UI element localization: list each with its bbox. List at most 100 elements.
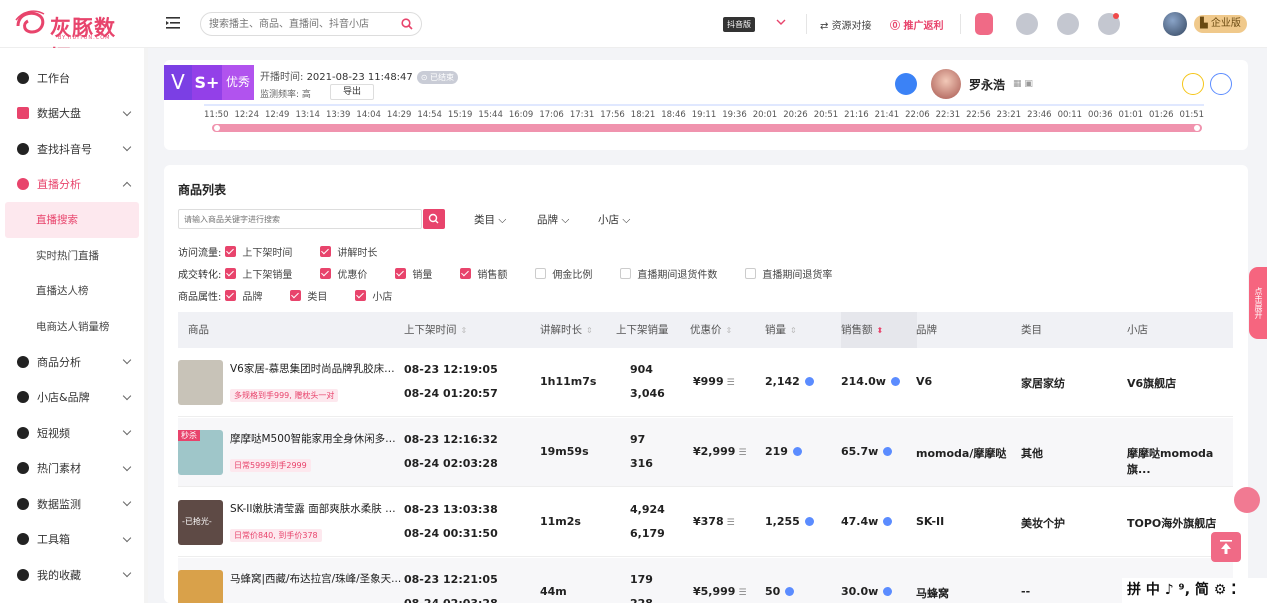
column-header-price[interactable]: 优惠价 ⇕ (690, 312, 732, 348)
product-name[interactable]: 马蜂窝|西藏/布达拉宫/珠峰/圣象天... (230, 571, 402, 586)
sort-icon[interactable]: ⇕ (790, 326, 797, 335)
brand-value[interactable]: momoda/摩摩哒 (916, 445, 1006, 461)
sidebar-sub-live-search[interactable]: 直播搜索 (5, 202, 139, 238)
sidebar-item-toolbox[interactable]: 工具箱 (0, 522, 147, 558)
price-list-icon[interactable]: ☰ (727, 378, 735, 388)
checkbox-shelf-sales[interactable]: 上下架销量 (225, 266, 292, 281)
sidebar-item-shop-brand[interactable]: 小店&品牌 (0, 380, 147, 416)
column-header-sales[interactable]: 销量 ⇕ (765, 312, 797, 348)
sidebar-item-find-account[interactable]: 查找抖音号 (0, 131, 147, 167)
timeline-tick-label: 01:26 (1149, 110, 1174, 120)
export-button[interactable]: 导出 (330, 84, 374, 100)
sidebar-item-live-analysis[interactable]: 直播分析 (0, 167, 147, 203)
sort-desc-icon[interactable]: ⬍ (877, 326, 884, 335)
expand-panel-tab[interactable]: 点击展开 (1249, 267, 1267, 339)
product-name[interactable]: V6家居-慕思集团时尚品牌乳胶床垫... (230, 361, 402, 376)
product-thumbnail[interactable]: -已抢光- (178, 500, 223, 545)
promo-link[interactable]: ⓪ 推广返利 (890, 17, 943, 32)
camera-icon[interactable] (895, 73, 917, 95)
plugin-icon[interactable] (1016, 13, 1038, 35)
sidebar-item-short-video[interactable]: 短视频 (0, 415, 147, 451)
timeline-range-slider[interactable] (212, 124, 1202, 132)
checkbox-sales[interactable]: 销量 (395, 266, 432, 281)
chevron-down-icon[interactable] (775, 16, 787, 28)
product-search-input[interactable] (184, 213, 414, 226)
range-handle-end[interactable] (1194, 125, 1200, 131)
anchor-name[interactable]: 罗永浩 (969, 76, 1005, 93)
sidebar-item-hot-material[interactable]: 热门素材 (0, 451, 147, 487)
brand-value[interactable]: V6 (916, 375, 932, 388)
price-list-icon[interactable]: ☰ (738, 588, 746, 598)
sort-icon[interactable]: ⇕ (586, 326, 593, 335)
filter-brand[interactable]: 品牌 ⌵ (537, 212, 569, 227)
shop-value[interactable]: 摩摩哒momoda旗... (1127, 445, 1233, 477)
table-row[interactable]: 秒杀 摩摩哒M500智能家用全身休闲多功... 日常5999到手2999 08-… (178, 418, 1233, 487)
product-thumbnail[interactable] (178, 360, 223, 405)
sidebar-item-workbench[interactable]: 工作台 (0, 60, 147, 96)
filter-shop[interactable]: 小店 ⌵ (598, 212, 630, 227)
global-search[interactable] (200, 12, 422, 36)
support-icon[interactable] (1057, 13, 1079, 35)
shop-value[interactable]: TOPO海外旗舰店 (1127, 515, 1216, 531)
mobile-icon[interactable] (975, 13, 993, 35)
logo[interactable]: 灰豚数据 BY.HUITUN.COM (14, 8, 136, 70)
sidebar-scrollbar[interactable] (144, 48, 148, 603)
sort-icon[interactable]: ⇕ (726, 326, 733, 335)
chat-icon[interactable] (1182, 73, 1204, 95)
product-name[interactable]: 摩摩哒M500智能家用全身休闲多功... (230, 431, 402, 446)
anchor-avatar[interactable] (931, 69, 961, 99)
sidebar-sub-sales-rank[interactable]: 电商达人销量榜 (0, 309, 147, 345)
product-search-button[interactable] (423, 209, 445, 229)
product-name[interactable]: SK-II嫩肤清莹露 面部爽肤水柔肤 舒... (230, 501, 402, 516)
user-avatar[interactable] (1163, 12, 1187, 36)
customer-service-icon[interactable] (1234, 487, 1260, 513)
brand-value[interactable]: 马蜂窝 (916, 585, 949, 601)
sidebar-item-monitor[interactable]: 数据监测 (0, 486, 147, 522)
column-header-gmv[interactable]: 销售额 ⬍ (841, 312, 917, 348)
sidebar-item-goods[interactable]: 商品分析 (0, 344, 147, 380)
filter-category[interactable]: 类目 ⌵ (474, 212, 506, 227)
sidebar-sub-hot-live[interactable]: 实时热门直播 (0, 238, 147, 274)
platform-badge[interactable]: 抖音版 (723, 17, 755, 32)
history-icon[interactable] (1210, 73, 1232, 95)
checkbox-commission[interactable]: 佣金比例 (535, 266, 592, 281)
checkbox-explain-duration[interactable]: 讲解时长 (320, 244, 377, 259)
table-row[interactable]: -已抢光- SK-II嫩肤清莹露 面部爽肤水柔肤 舒... 日常价840, 到手… (178, 488, 1233, 557)
table-row[interactable]: V6家居-慕思集团时尚品牌乳胶床垫... 多规格到手999, 赠枕头一对 08-… (178, 348, 1233, 417)
checkbox-shelf-time[interactable]: 上下架时间 (225, 244, 292, 259)
qrcode-icon[interactable]: ▦ ▣ (1013, 79, 1033, 89)
checkbox-brand[interactable]: 品牌 (225, 288, 262, 303)
checkbox-label: 品牌 (242, 292, 263, 303)
toolbox-icon (17, 533, 29, 546)
resource-link[interactable]: ⇄ 资源对接 (820, 17, 872, 32)
shelf-up-time: 08-23 13:03:38 (404, 503, 498, 516)
range-handle-start[interactable] (214, 125, 220, 131)
explain-duration: 44m (540, 585, 567, 598)
product-thumbnail[interactable] (178, 570, 223, 603)
brand-value[interactable]: SK-II (916, 515, 944, 528)
shop-value[interactable]: V6旗舰店 (1127, 375, 1176, 391)
menu-fold-icon[interactable] (165, 15, 181, 31)
search-icon[interactable] (401, 18, 413, 30)
price-list-icon[interactable]: ☰ (738, 448, 746, 458)
column-header-duration[interactable]: 讲解时长 ⇕ (540, 312, 593, 348)
checkbox-gmv[interactable]: 销售额 (460, 266, 507, 281)
column-header-shelf-time[interactable]: 上下架时间 ⇕ (404, 312, 467, 348)
checkbox-return-rate[interactable]: 直播期间退货率 (745, 266, 832, 281)
enterprise-badge[interactable]: ▙ 企业版 (1194, 15, 1247, 33)
checkbox-return-count[interactable]: 直播期间退货件数 (620, 266, 717, 281)
product-search[interactable] (178, 209, 445, 229)
product-thumbnail[interactable]: 秒杀 (178, 430, 223, 475)
price-list-icon[interactable]: ☰ (727, 518, 735, 528)
sidebar-sub-live-rank[interactable]: 直播达人榜 (0, 273, 147, 309)
checkbox-shop[interactable]: 小店 (355, 288, 392, 303)
sort-icon[interactable]: ⇕ (461, 326, 468, 335)
back-to-top-button[interactable] (1211, 532, 1241, 562)
checkbox-category[interactable]: 类目 (290, 288, 327, 303)
sidebar-item-dashboard[interactable]: 数据大盘 (0, 96, 147, 132)
table-row[interactable]: 马蜂窝|西藏/布达拉宫/珠峰/圣象天... 08-23 12:21:05 08-… (178, 558, 1233, 603)
checkbox-discount-price[interactable]: 优惠价 (320, 266, 367, 281)
ime-toolbar[interactable]: 拼 中 ♪ ⁹, 简 ⚙ ⁚ (1122, 578, 1267, 603)
global-search-input[interactable] (209, 16, 389, 32)
sidebar-item-favorites[interactable]: 我的收藏 (0, 557, 147, 593)
